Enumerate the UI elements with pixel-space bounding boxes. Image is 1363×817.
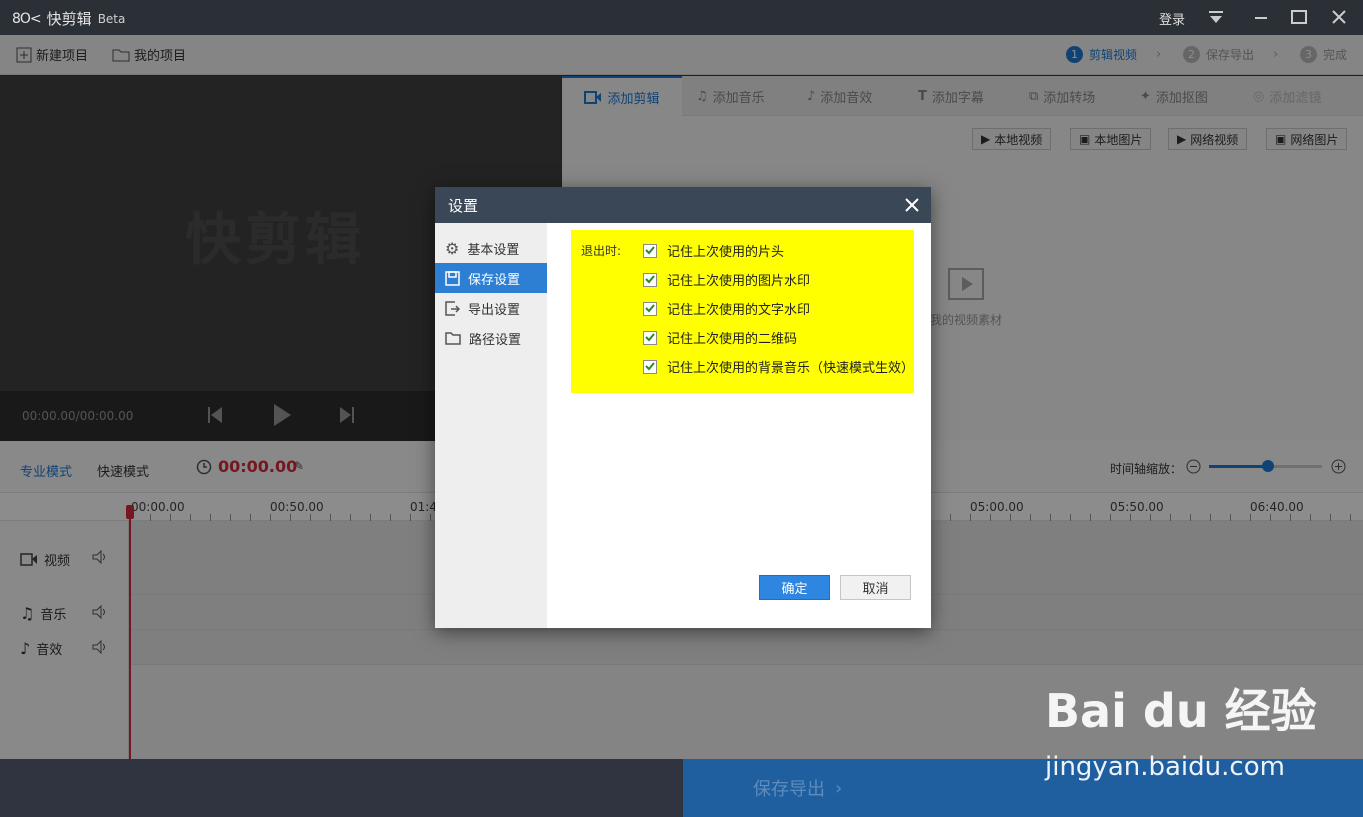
menu-dropdown-icon[interactable] <box>1205 6 1227 28</box>
sidebar-label: 导出设置 <box>468 302 521 318</box>
sidebar-label: 路径设置 <box>469 332 522 348</box>
exit-label: 退出时: <box>581 244 622 258</box>
minimize-icon[interactable] <box>1250 6 1272 28</box>
export-icon <box>445 300 460 316</box>
option-label: 记住上次使用的背景音乐（快速模式生效） <box>667 361 915 376</box>
sidebar-label: 基本设置 <box>467 242 520 258</box>
sidebar-item-export[interactable]: 导出设置 <box>435 293 547 323</box>
checkbox-checked-icon[interactable] <box>643 301 657 316</box>
baidu-jingyan-url: jingyan.baidu.com <box>1045 752 1285 782</box>
option-label: 记住上次使用的图片水印 <box>667 274 811 289</box>
beta-label: Beta <box>97 11 126 26</box>
option-remember-bgm[interactable]: 记住上次使用的背景音乐（快速模式生效） <box>643 357 914 376</box>
app-logo: 8O< 快剪辑 Beta <box>12 8 125 29</box>
option-remember-qrcode[interactable]: 记住上次使用的二维码 <box>643 328 797 347</box>
option-remember-text-watermark[interactable]: 记住上次使用的文字水印 <box>643 299 810 318</box>
app-name: 快剪辑 <box>46 10 92 28</box>
sidebar-item-path[interactable]: 路径设置 <box>435 323 547 353</box>
gear-icon: ⚙ <box>445 238 460 258</box>
settings-dialog: 设置 ⚙ 基本设置 保存设置 导出设置 路径设置 退出时: 记住上次使用的片头 … <box>435 187 931 628</box>
sidebar-item-save[interactable]: 保存设置 <box>435 263 547 293</box>
sidebar-item-basic[interactable]: ⚙ 基本设置 <box>435 233 547 263</box>
checkbox-checked-icon[interactable] <box>643 359 657 374</box>
maximize-icon[interactable] <box>1288 6 1310 28</box>
close-window-icon[interactable] <box>1328 6 1350 28</box>
option-remember-image-watermark[interactable]: 记住上次使用的图片水印 <box>643 270 810 289</box>
option-label: 记住上次使用的二维码 <box>667 332 798 347</box>
option-label: 记住上次使用的文字水印 <box>667 303 811 318</box>
sidebar-label: 保存设置 <box>468 272 521 288</box>
option-label: 记住上次使用的片头 <box>667 245 785 260</box>
save-disk-icon <box>445 270 460 286</box>
checkbox-checked-icon[interactable] <box>643 272 657 287</box>
baidu-jingyan-logo: Bai du 经验 <box>1045 684 1317 738</box>
cancel-button[interactable]: 取消 <box>840 575 911 600</box>
ok-button[interactable]: 确定 <box>759 575 830 600</box>
checkbox-checked-icon[interactable] <box>643 330 657 345</box>
logo-mark-icon: 8O< <box>12 10 42 27</box>
dialog-title: 设置 <box>435 187 931 223</box>
option-remember-intro[interactable]: 记住上次使用的片头 <box>643 241 784 260</box>
chevron-right-icon: › <box>835 777 843 799</box>
save-export-label: 保存导出 <box>753 779 825 800</box>
checkbox-checked-icon[interactable] <box>643 243 657 258</box>
dialog-close-icon[interactable] <box>901 194 923 216</box>
login-link[interactable]: 登录 <box>1159 9 1185 28</box>
folder-icon <box>445 332 461 345</box>
